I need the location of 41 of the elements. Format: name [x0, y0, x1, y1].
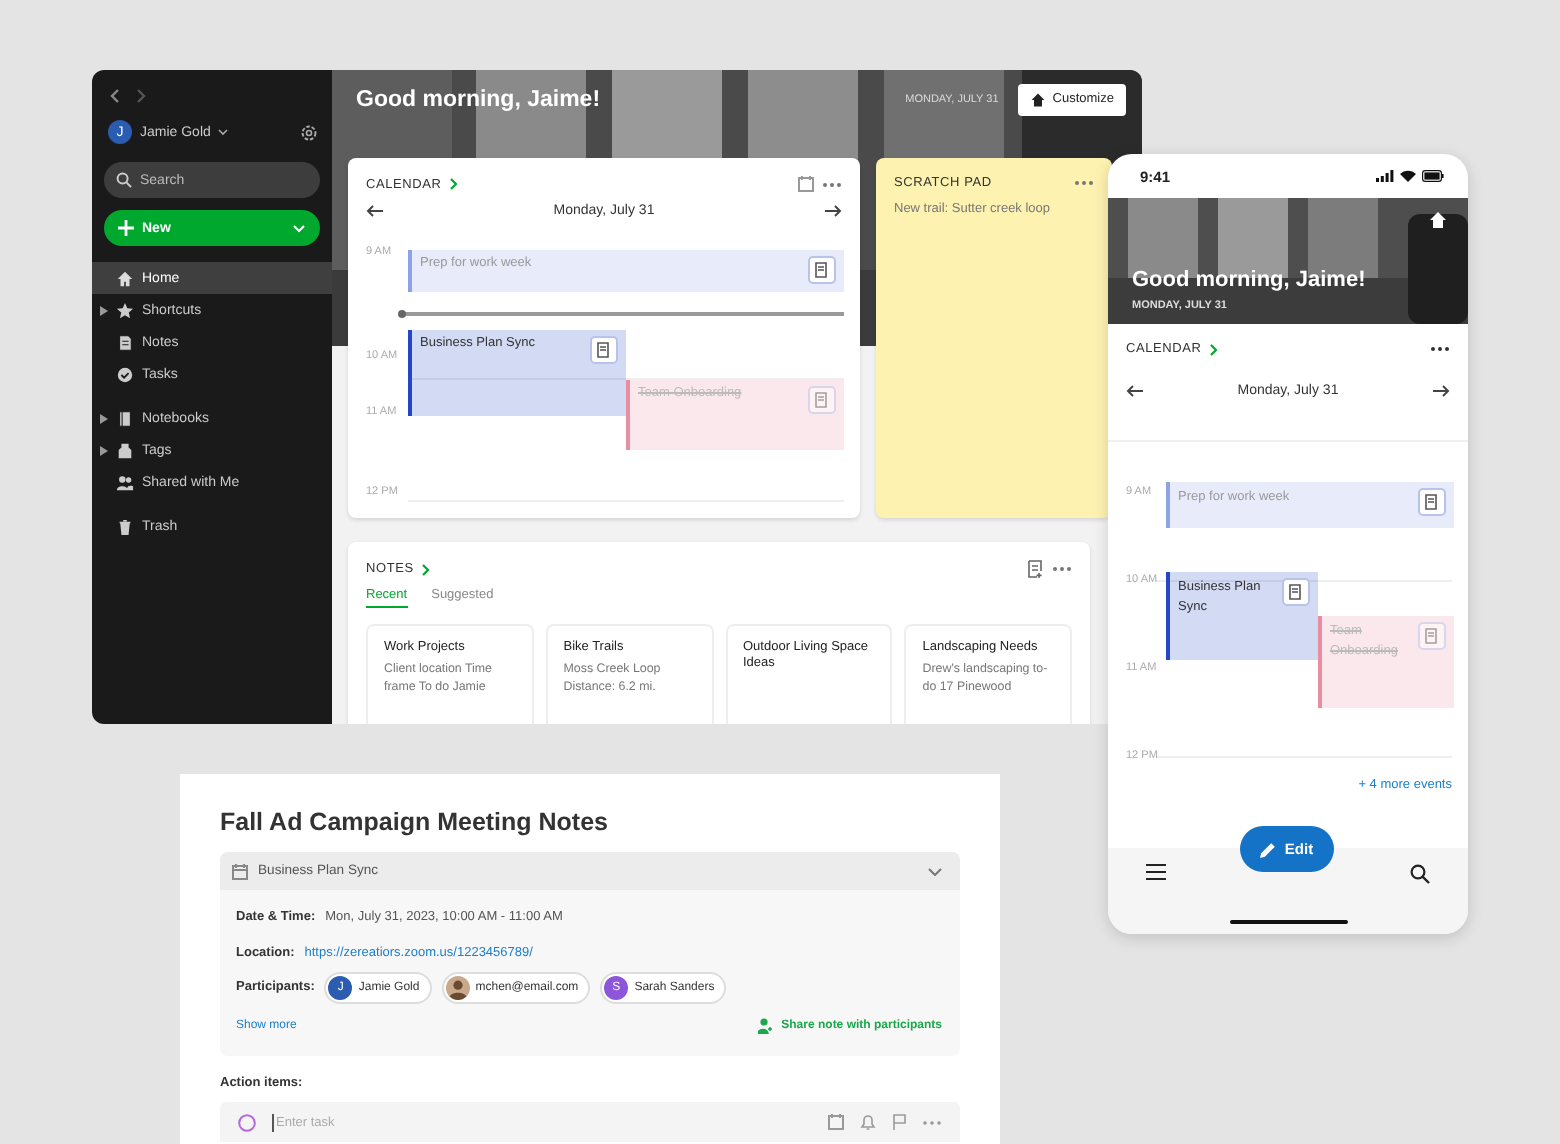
nav-icon [116, 269, 134, 287]
person-avatar-icon [445, 975, 470, 1000]
wifi-icon [1400, 170, 1416, 182]
next-arrow-icon[interactable] [1432, 384, 1450, 398]
nav-icon [116, 517, 134, 535]
calendar-icon [232, 863, 248, 879]
bell-icon[interactable] [860, 1114, 876, 1130]
calendar-icon[interactable] [828, 1114, 844, 1130]
expand-arrow-icon[interactable] [100, 413, 108, 423]
forward-icon[interactable] [136, 88, 148, 104]
pencil-icon [1260, 841, 1277, 857]
settings-icon[interactable] [300, 123, 318, 141]
chevron-icon[interactable] [421, 563, 430, 575]
checkbox-circle-icon[interactable] [238, 1113, 256, 1131]
nav-icon [116, 301, 134, 319]
back-icon[interactable] [108, 88, 120, 104]
note-title[interactable]: Fall Ad Campaign Meeting Notes [220, 808, 960, 836]
expand-arrow-icon[interactable] [100, 445, 108, 455]
nav-icon [116, 473, 134, 491]
note-icon[interactable] [1418, 488, 1446, 516]
plus-icon [118, 220, 134, 236]
nav-icon [116, 441, 134, 459]
previous-arrow-icon[interactable] [1126, 384, 1144, 398]
more-icon[interactable] [1430, 346, 1450, 352]
greeting-heading: Good morning, Jaime! [1132, 268, 1368, 292]
home-icon[interactable] [1428, 210, 1448, 230]
nav-icon [116, 365, 134, 383]
search-icon[interactable] [1410, 864, 1430, 884]
expand-arrow-icon[interactable] [100, 305, 108, 315]
menu-icon[interactable] [1146, 864, 1166, 880]
nav-icon [116, 409, 134, 427]
chevron-down-icon[interactable] [928, 867, 942, 875]
battery-icon [1422, 170, 1444, 182]
chevron-icon[interactable] [1209, 343, 1218, 355]
search-icon [116, 172, 132, 188]
new-note-icon[interactable] [1028, 560, 1044, 578]
note-icon[interactable] [1282, 578, 1310, 606]
nav-icon [116, 333, 134, 351]
signal-icon [1376, 170, 1394, 182]
caret-icon[interactable] [218, 128, 229, 136]
person-add-icon[interactable] [757, 1018, 772, 1035]
